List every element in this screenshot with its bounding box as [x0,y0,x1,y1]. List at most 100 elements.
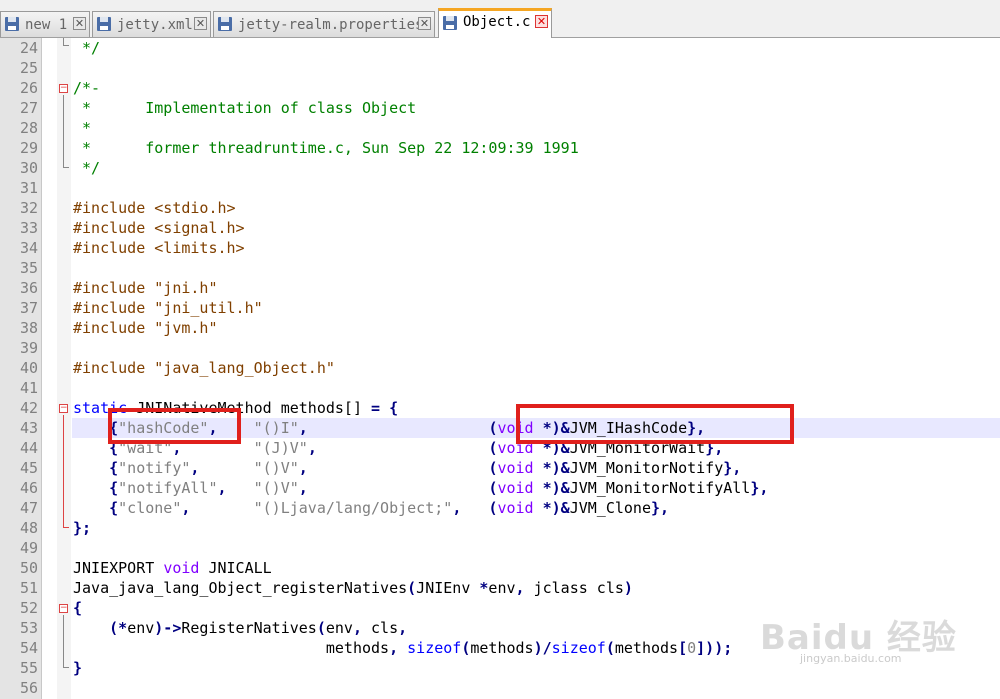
line-number: 36 [19,279,38,297]
line-number: 51 [19,579,38,597]
code-token: #include "jni.h" [73,279,218,297]
code-line[interactable]: 41 [0,378,1000,398]
code-token: ])); [696,639,733,657]
code-line[interactable]: 33 #include <signal.h> [0,218,1000,238]
code-line[interactable]: 46 {"notifyAll", "()V", (void *)&JVM_Mon… [0,478,1000,498]
code-line[interactable]: 25 [0,58,1000,78]
fold-end [63,38,69,46]
tab-label: jetty.xml [117,17,193,33]
code-text[interactable]: * [73,118,91,138]
code-line[interactable]: 26 /*- [0,78,1000,98]
code-token: ( [605,639,615,657]
code-line[interactable]: 32 #include <stdio.h> [0,198,1000,218]
code-line[interactable]: 37 #include "jni_util.h" [0,298,1000,318]
line-number: 46 [19,479,38,497]
code-token: env [488,579,516,597]
code-token: methods [73,639,390,657]
code-line[interactable]: 51 Java_java_lang_Object_registerNatives(… [0,578,1000,598]
code-text[interactable]: #include "jni_util.h" [73,298,263,318]
code-text[interactable]: Java_java_lang_Object_registerNatives(JN… [73,578,633,598]
code-text[interactable]: /*- [73,78,100,98]
code-text[interactable]: } [73,658,82,678]
line-number: 55 [19,659,38,677]
line-number: 47 [19,499,38,517]
code-line[interactable]: 24 */ [0,38,1000,58]
code-line[interactable]: 35 [0,258,1000,278]
code-line[interactable]: 50 JNIEXPORT void JNICALL [0,558,1000,578]
code-token: */ [73,159,101,177]
annotation-box-hashcode [108,408,241,444]
code-text[interactable]: (*env)->RegisterNatives(env, cls, [73,618,407,638]
code-line[interactable]: 45 {"notify", "()V", (void *)&JVM_Monito… [0,458,1000,478]
code-line[interactable]: 31 [0,178,1000,198]
close-icon[interactable]: ✕ [73,17,86,30]
code-text[interactable]: * Implementation of class Object [73,98,416,118]
code-line[interactable]: 28 * [0,118,1000,138]
close-icon[interactable]: ✕ [418,17,431,30]
code-token: ( [461,639,471,657]
code-text[interactable]: methods, sizeof(methods)/sizeof(methods[… [73,638,732,658]
code-line[interactable]: 48}; [0,518,1000,538]
code-token: 0 [687,639,697,657]
code-line[interactable]: 49 [0,538,1000,558]
code-token: "()V" [253,479,299,497]
code-token: }, [750,479,769,497]
code-text[interactable]: #include "jni.h" [73,278,218,298]
line-number: 54 [19,639,38,657]
fold-toggle-icon[interactable]: − [59,84,68,93]
code-line[interactable]: 40 #include "java_lang_Object.h" [0,358,1000,378]
code-line[interactable]: 56 [0,678,1000,698]
code-token: #include <limits.h> [73,239,245,257]
code-line[interactable]: 29 * former threadruntime.c, Sun Sep 22 … [0,138,1000,158]
fold-toggle-icon[interactable]: − [59,604,68,613]
code-text[interactable]: { [73,598,82,618]
tab-label: jetty-realm.properties [238,17,424,33]
code-token: void [497,459,534,477]
code-line[interactable]: 36 #include "jni.h" [0,278,1000,298]
tab-jetty-xml[interactable]: jetty.xml ✕ [92,11,211,37]
code-token: }, [651,499,670,517]
code-token: "(J)V" [253,439,308,457]
code-text[interactable]: }; [73,518,91,538]
code-line[interactable]: 27 * Implementation of class Object [0,98,1000,118]
code-line[interactable]: 39 [0,338,1000,358]
tab-label: new 1 [25,17,68,33]
code-line[interactable]: 38 #include "jvm.h" [0,318,1000,338]
code-line[interactable]: 47 {"clone", "()Ljava/lang/Object;", (vo… [0,498,1000,518]
code-token: "()I" [253,419,299,437]
tab-object-c[interactable]: Object.c ✕ [438,8,552,38]
code-text[interactable]: */ [73,38,100,58]
tab-jetty-realm-properties[interactable]: jetty-realm.properties ✕ [213,11,435,37]
code-line[interactable]: 30 */ [0,158,1000,178]
code-text[interactable]: JNIEXPORT void JNICALL [73,558,272,578]
code-token: * [73,119,92,137]
code-text[interactable]: {"notifyAll", "()V", (void *)&JVM_Monito… [73,478,768,498]
line-number: 31 [19,179,38,197]
code-text[interactable]: */ [73,158,100,178]
code-text[interactable]: {"notify", "()V", (void *)&JVM_MonitorNo… [73,458,741,478]
line-number: 24 [19,39,38,57]
code-token: )/ [533,639,552,657]
code-line[interactable]: 34 #include <limits.h> [0,238,1000,258]
code-text[interactable]: #include <stdio.h> [73,198,236,218]
tab-new-1[interactable]: new 1 ✕ [0,11,90,37]
close-icon[interactable]: ✕ [535,15,548,28]
code-text[interactable]: {"clone", "()Ljava/lang/Object;", (void … [73,498,669,518]
code-text[interactable]: #include "jvm.h" [73,318,218,338]
code-token: ( [407,579,417,597]
fold-line [63,95,64,161]
code-text[interactable]: #include "java_lang_Object.h" [73,358,335,378]
close-icon[interactable]: ✕ [194,17,207,30]
tab-label: Object.c [463,14,531,30]
fold-toggle-icon[interactable]: − [59,404,68,413]
code-text[interactable]: #include <signal.h> [73,218,245,238]
code-token: #include "jni_util.h" [73,299,263,317]
code-text[interactable]: #include <limits.h> [73,238,245,258]
code-token: , [515,579,525,597]
code-text[interactable]: * former threadruntime.c, Sun Sep 22 12:… [73,138,579,158]
code-token: void [497,499,534,517]
fold-line [63,415,64,521]
